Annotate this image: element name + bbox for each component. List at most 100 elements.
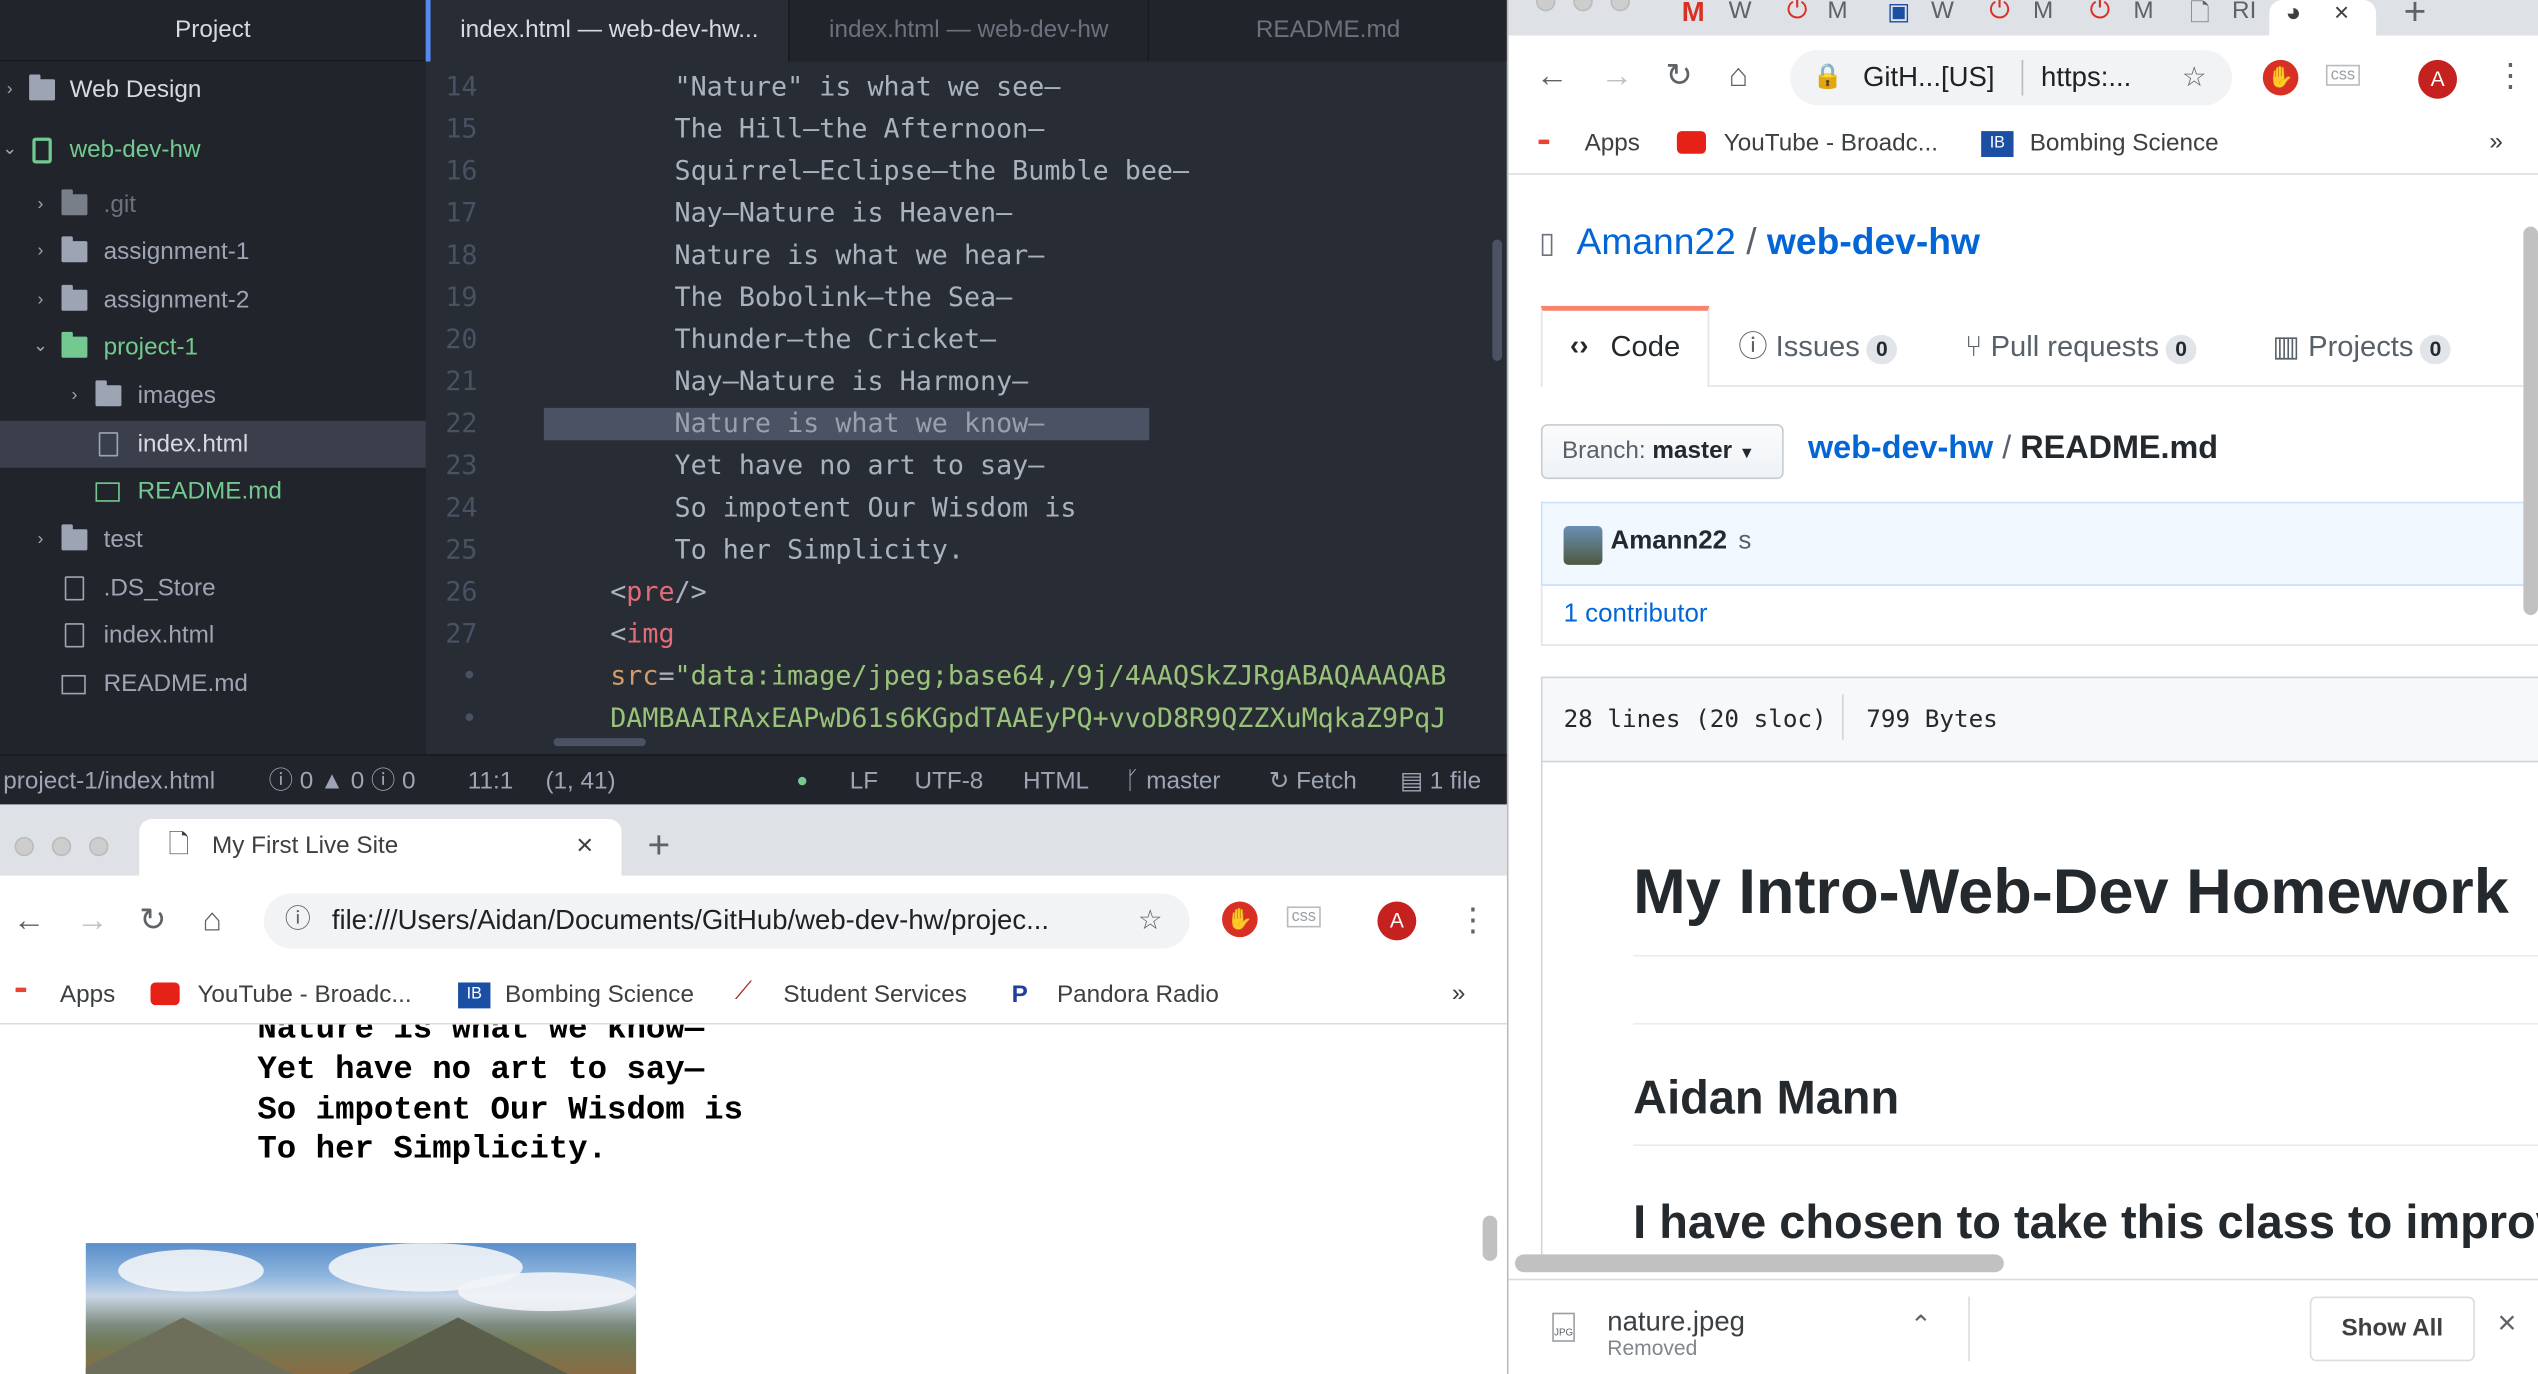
tab-label[interactable]: M [2033, 0, 2053, 24]
download-status: Removed [1607, 1335, 1698, 1360]
minimize-window-button[interactable] [51, 836, 72, 857]
encoding[interactable]: UTF-8 [915, 756, 984, 806]
menu-icon[interactable]: ⋮ [2494, 60, 2526, 92]
bookmark-apps[interactable]: Apps [1585, 129, 1640, 157]
profile-avatar[interactable]: A [2418, 59, 2458, 99]
contributors-link[interactable]: 1 contributor [1564, 601, 1708, 630]
zoom-window-button[interactable] [1610, 0, 1630, 12]
tree-folder-assignment-1[interactable]: › assignment-1 [0, 228, 426, 275]
tree-folder-assignment-2[interactable]: › assignment-2 [0, 277, 426, 324]
bookmark-apps[interactable]: Apps [60, 981, 115, 1009]
tree-folder-test[interactable]: › test [0, 516, 426, 563]
tree-file-index-html-selected[interactable]: index.html [0, 420, 426, 468]
tab-issues[interactable]: ⓘ Issues 0 [1738, 308, 1898, 386]
code-line-base64: DAMBAAIRAxEAPwD61s6KGpdTAAEyPQ+vvoD8R9QZ… [610, 702, 1447, 734]
status-file-path[interactable]: project-1/index.html [3, 756, 215, 806]
adblock-icon[interactable]: ✋ [1222, 901, 1258, 938]
cursor-position[interactable]: 11:1 [468, 756, 513, 806]
back-icon[interactable]: ← [13, 905, 45, 937]
css-extension-icon[interactable]: css [2325, 64, 2360, 86]
commit-message[interactable]: s [1738, 528, 1751, 557]
star-icon[interactable]: ☆ [2182, 50, 2207, 105]
vertical-scrollbar[interactable] [2523, 226, 2538, 616]
more-bookmarks-icon[interactable]: » [2489, 128, 2503, 156]
diagnostics[interactable]: ⓘ 0 ▲ 0 ⓘ 0 [269, 756, 416, 806]
vertical-scrollbar[interactable] [1492, 239, 1503, 361]
close-window-button[interactable] [14, 836, 34, 857]
tab-pull-requests[interactable]: ⑂ Pull requests 0 [1965, 308, 2197, 386]
commit-author[interactable]: Amann22 [1611, 528, 1728, 557]
breadcrumb-repo-link[interactable]: web-dev-hw [1808, 431, 1993, 467]
new-tab-icon[interactable]: + [647, 824, 670, 869]
horizontal-scrollbar[interactable] [1515, 1254, 2004, 1273]
adblock-icon[interactable]: ✋ [2262, 59, 2299, 96]
gmail-icon[interactable]: M [1682, 0, 1705, 29]
repo-owner-link[interactable]: Amann22 [1577, 220, 1736, 262]
tab-label[interactable]: W [1931, 0, 1954, 24]
bookmark-youtube[interactable]: YouTube - Broadc... [197, 981, 411, 1009]
git-fetch[interactable]: ↻ Fetch [1269, 756, 1357, 806]
forward-icon[interactable]: → [1601, 60, 1633, 92]
tab-index-html[interactable]: index.html — web-dev-hw [788, 0, 1147, 62]
info-icon[interactable]: ⓘ [285, 893, 311, 948]
tree-repo-web-dev-hw[interactable]: ⌄ web-dev-hw [0, 126, 426, 173]
tree-file-readme[interactable]: README.md [0, 468, 426, 515]
show-all-button[interactable]: Show All [2309, 1296, 2475, 1362]
address-bar[interactable]: 🔒 GitH...[US] https:... ☆ [1790, 50, 2233, 106]
close-tab-icon[interactable]: × [2334, 0, 2349, 29]
repo-separator: / [1746, 220, 1757, 263]
tab-github-active[interactable]: ◕ × [2269, 0, 2377, 36]
close-tab-icon[interactable]: × [576, 819, 593, 872]
tree-file-index-html[interactable]: index.html [0, 612, 426, 659]
back-icon[interactable]: ← [1536, 60, 1568, 92]
tree-folder-web-design[interactable]: › Web Design [0, 66, 426, 113]
zoom-window-button[interactable] [89, 836, 109, 857]
git-branch[interactable]: ᚴ master [1125, 756, 1221, 806]
tree-file-readme-root[interactable]: README.md [0, 660, 426, 707]
tab-label[interactable]: W [1729, 0, 1752, 24]
tab-label[interactable]: RI [2232, 0, 2256, 24]
minimize-window-button[interactable] [1573, 0, 1593, 12]
tree-folder-images[interactable]: › images [0, 372, 426, 419]
bookmark-bombing-science[interactable]: Bombing Science [505, 981, 694, 1009]
tab-readme[interactable]: README.md [1147, 0, 1507, 62]
grammar[interactable]: HTML [1023, 756, 1089, 806]
close-window-button[interactable] [1536, 0, 1556, 12]
tab-projects[interactable]: ▥ Projects 0 [2273, 308, 2452, 386]
tab-index-html-active[interactable]: index.html — web-dev-hw... [425, 0, 789, 62]
github-files[interactable]: ▤ 1 file [1400, 756, 1481, 806]
home-icon[interactable]: ⌂ [202, 905, 222, 937]
star-icon[interactable]: ☆ [1138, 893, 1163, 948]
page-scrollbar[interactable] [1482, 1215, 1498, 1261]
horizontal-scrollbar[interactable] [553, 738, 646, 747]
bookmark-pandora[interactable]: Pandora Radio [1057, 981, 1219, 1009]
repo-name-link[interactable]: web-dev-hw [1767, 220, 1980, 262]
reload-icon[interactable]: ↻ [1666, 60, 1693, 92]
tree-folder-project-1[interactable]: ⌄ project-1 [0, 324, 426, 371]
tab-my-first-live-site[interactable]: 🗋 My First Live Site × [139, 819, 622, 876]
profile-avatar[interactable]: A [1377, 901, 1417, 941]
download-filename[interactable]: nature.jpeg [1607, 1306, 1745, 1338]
bookmark-youtube[interactable]: YouTube - Broadc... [1724, 129, 1938, 157]
address-bar[interactable]: ⓘ file:///Users/Aidan/Documents/GitHub/w… [263, 893, 1190, 949]
branch-select-button[interactable]: Branch: master ▼ [1540, 424, 1784, 480]
tab-label[interactable]: M [1827, 0, 1847, 24]
bookmark-student-services[interactable]: Student Services [783, 981, 967, 1009]
home-icon[interactable]: ⌂ [1729, 60, 1749, 92]
line-ending[interactable]: LF [850, 756, 878, 806]
tree-file-ds-store[interactable]: .DS_Store [0, 565, 426, 612]
new-tab-icon[interactable]: + [2404, 0, 2427, 36]
code-editor[interactable]: 14 15 16 17 18 19 20 21 22 23 24 25 26 2… [426, 62, 1507, 742]
tab-label[interactable]: M [2133, 0, 2153, 24]
tab-code[interactable]: ‹› Code [1540, 305, 1710, 387]
more-bookmarks-icon[interactable]: » [1452, 979, 1466, 1007]
reload-icon[interactable]: ↻ [139, 905, 166, 937]
bookmark-bombing-science[interactable]: Bombing Science [2030, 129, 2219, 157]
forward-icon[interactable]: → [76, 905, 108, 937]
tree-folder-git[interactable]: › .git [0, 181, 426, 228]
code-line-pre: <pre/> [610, 576, 707, 607]
menu-icon[interactable]: ⋮ [1457, 905, 1489, 937]
chevron-up-icon[interactable]: ⌃ [1910, 1309, 1932, 1341]
close-download-shelf-icon[interactable]: × [2497, 1306, 2516, 1343]
css-extension-icon[interactable]: css [1286, 906, 1321, 928]
